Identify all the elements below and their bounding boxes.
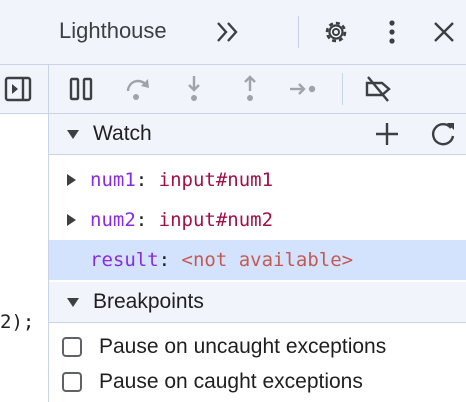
tab-lighthouse[interactable]: Lighthouse xyxy=(59,18,167,44)
toolbar-divider xyxy=(298,16,299,48)
expression-value: input#num2 xyxy=(158,209,274,231)
settings-icon[interactable] xyxy=(320,16,352,48)
editor-toolbar xyxy=(0,65,48,114)
refresh-icon[interactable] xyxy=(427,118,459,150)
expression-name: num1 xyxy=(90,169,136,191)
pause-caught-option[interactable]: Pause on caught exceptions xyxy=(49,366,466,402)
expression-value: input#num1 xyxy=(158,169,274,191)
pause-icon[interactable] xyxy=(65,73,97,105)
watch-title: Watch xyxy=(93,122,152,145)
expression-separator: : xyxy=(135,169,159,191)
collapse-triangle-icon[interactable] xyxy=(67,298,79,307)
expression-separator: : xyxy=(135,209,159,231)
pause-uncaught-option[interactable]: Pause on uncaught exceptions xyxy=(49,331,466,367)
step-icon[interactable] xyxy=(287,73,319,105)
expression-value: <not available> xyxy=(181,249,354,271)
expand-triangle-icon[interactable] xyxy=(67,214,76,226)
pause-uncaught-checkbox[interactable] xyxy=(62,337,82,357)
toggle-sidebar-icon[interactable] xyxy=(2,73,34,105)
expression-separator: : xyxy=(158,249,182,271)
collapse-triangle-icon[interactable] xyxy=(67,130,79,139)
breakpoints-title: Breakpoints xyxy=(93,290,204,313)
expression-name: result xyxy=(90,249,159,271)
add-icon[interactable] xyxy=(371,118,403,150)
close-icon[interactable] xyxy=(428,16,460,48)
breakpoints-section-header[interactable]: Breakpoints xyxy=(49,282,466,323)
step-out-icon[interactable] xyxy=(234,73,266,105)
expand-triangle-icon[interactable] xyxy=(67,174,76,186)
watch-expression-row[interactable]: num2: input#num2 xyxy=(49,200,466,240)
more-tabs-icon[interactable] xyxy=(212,16,244,48)
debugger-toolbar xyxy=(49,65,466,114)
watch-expression-row[interactable]: num1: input#num1 xyxy=(49,160,466,200)
step-over-icon[interactable] xyxy=(122,73,154,105)
editor-pane xyxy=(0,65,49,402)
watch-section-header[interactable]: Watch xyxy=(49,114,466,155)
code-fragment: 2); xyxy=(0,311,35,333)
watch-expression-row-selected[interactable]: result: <not available> xyxy=(49,240,466,280)
deactivate-breakpoints-icon[interactable] xyxy=(362,73,394,105)
pause-uncaught-label: Pause on uncaught exceptions xyxy=(99,335,387,358)
pause-caught-label: Pause on caught exceptions xyxy=(99,370,363,393)
toolbar-divider xyxy=(342,73,343,105)
top-tab-bar: Lighthouse xyxy=(0,0,466,65)
pause-caught-checkbox[interactable] xyxy=(62,372,82,392)
kebab-menu-icon[interactable] xyxy=(376,16,408,48)
expression-name: num2 xyxy=(90,209,136,231)
step-into-icon[interactable] xyxy=(178,73,210,105)
